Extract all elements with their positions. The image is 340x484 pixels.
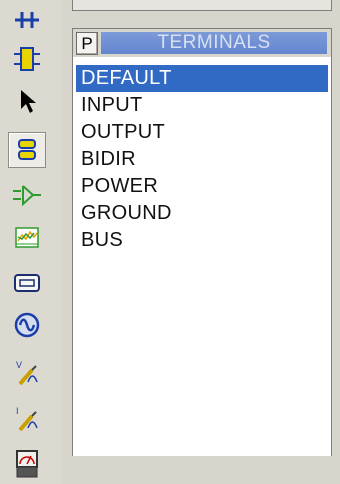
current-probe-icon: I xyxy=(16,406,38,432)
tape-recorder-icon xyxy=(14,274,40,292)
list-item[interactable]: BUS xyxy=(76,227,328,254)
component-mode-button[interactable] xyxy=(10,44,44,74)
component-icon xyxy=(14,47,40,71)
list-item[interactable]: GROUND xyxy=(76,200,328,227)
terminals-mode-button[interactable] xyxy=(8,132,46,168)
generator-icon xyxy=(14,312,40,338)
terminals-mode-icon xyxy=(18,139,36,160)
list-item[interactable]: OUTPUT xyxy=(76,119,328,146)
device-pins-button[interactable] xyxy=(10,180,44,210)
graph-icon xyxy=(15,227,39,248)
junction-dot-icon xyxy=(15,12,39,28)
virtual-instruments-icon xyxy=(16,450,38,478)
list-item[interactable]: POWER xyxy=(76,173,328,200)
mode-toolbar: V I xyxy=(0,0,62,484)
tape-recorder-button[interactable] xyxy=(10,268,44,298)
list-item[interactable]: DEFAULT xyxy=(76,65,328,92)
panel-header: P TERMINALS xyxy=(73,29,331,57)
pick-devices-button[interactable]: P xyxy=(76,32,98,55)
generator-mode-button[interactable] xyxy=(10,310,44,340)
window-bottom-edge xyxy=(62,456,340,484)
voltage-probe-button[interactable]: V xyxy=(10,358,44,388)
selection-mode-button[interactable] xyxy=(10,86,44,116)
list-item[interactable]: BIDIR xyxy=(76,146,328,173)
panel-title: TERMINALS xyxy=(101,32,327,54)
object-selector-panel: P TERMINALS DEFAULT INPUT OUTPUT BIDIR P… xyxy=(72,28,332,458)
voltage-probe-icon: V xyxy=(16,360,38,386)
virtual-instruments-button[interactable] xyxy=(10,448,44,478)
list-item[interactable]: INPUT xyxy=(76,92,328,119)
current-probe-button[interactable]: I xyxy=(10,404,44,434)
junction-dot-button[interactable] xyxy=(10,4,44,34)
top-panel-edge xyxy=(72,0,332,11)
svg-text:V: V xyxy=(16,360,22,370)
graph-mode-button[interactable] xyxy=(10,222,44,252)
device-pins-icon xyxy=(13,185,41,207)
svg-text:I: I xyxy=(16,406,19,416)
terminal-list: DEFAULT INPUT OUTPUT BIDIR POWER GROUND … xyxy=(76,65,328,254)
selection-arrow-icon xyxy=(21,90,36,113)
